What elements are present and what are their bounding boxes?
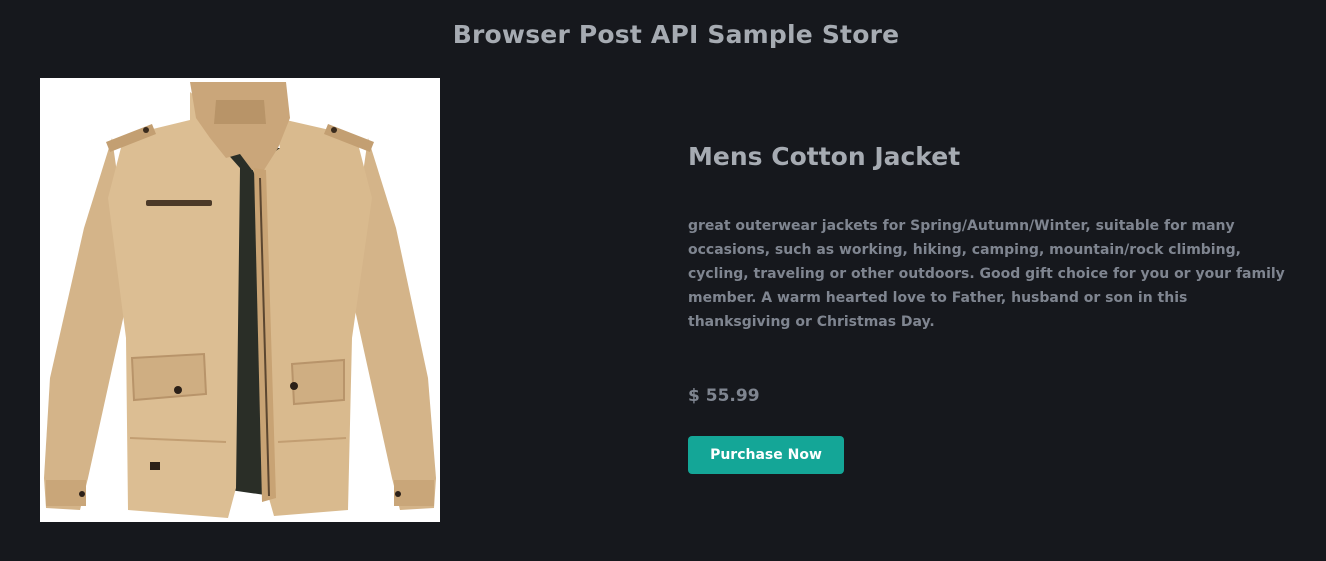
page-title: Browser Post API Sample Store bbox=[452, 20, 900, 49]
jacket-image bbox=[40, 78, 440, 522]
product-name: Mens Cotton Jacket bbox=[688, 142, 961, 171]
store-page: Browser Post API Sample Store Mens Cotto… bbox=[0, 0, 1326, 561]
product-details: Mens Cotton Jacket great outerwear jacke… bbox=[688, 140, 1298, 474]
product-price: $ 55.99 bbox=[688, 386, 760, 406]
product-image bbox=[40, 78, 440, 522]
product-description: great outerwear jackets for Spring/Autum… bbox=[688, 218, 1285, 330]
purchase-now-button[interactable]: Purchase Now bbox=[688, 436, 844, 474]
